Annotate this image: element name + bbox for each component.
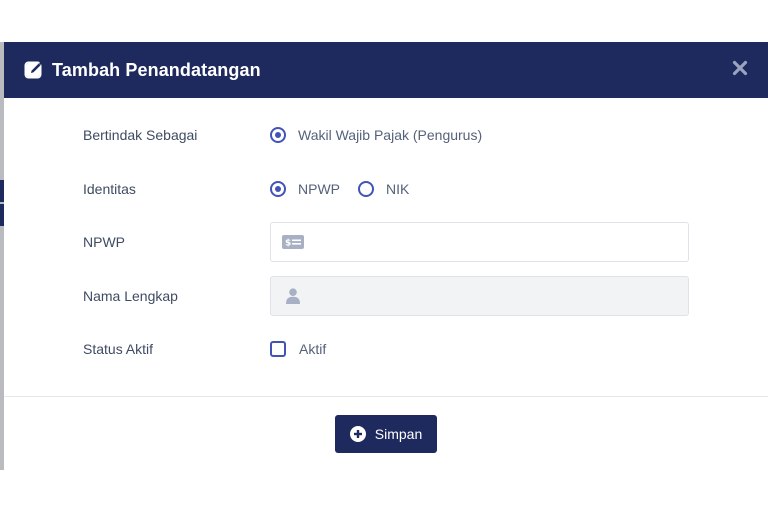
full-name-row: Nama Lengkap bbox=[4, 276, 768, 316]
id-card-icon: $ bbox=[282, 234, 304, 250]
radio-npwp[interactable] bbox=[270, 181, 286, 197]
identity-label: Identitas bbox=[83, 181, 136, 197]
form-body: Bertindak Sebagai Wakil Wajib Pajak (Pen… bbox=[4, 98, 768, 396]
footer-divider bbox=[4, 396, 768, 397]
save-button-label: Simpan bbox=[374, 426, 423, 442]
acting-as-label: Bertindak Sebagai bbox=[83, 127, 198, 143]
status-row: Status Aktif Aktif bbox=[4, 329, 768, 369]
npwp-input[interactable] bbox=[304, 222, 688, 262]
npwp-row: NPWP $ bbox=[4, 222, 768, 262]
radio-wakil-wajib-pajak[interactable] bbox=[270, 127, 286, 143]
add-signer-modal: Tambah Penandatangan Bertindak Sebagai W… bbox=[4, 42, 768, 470]
active-checkbox[interactable] bbox=[270, 341, 286, 357]
edit-icon bbox=[24, 60, 44, 80]
modal-header: Tambah Penandatangan bbox=[4, 42, 768, 98]
radio-dot bbox=[275, 186, 281, 192]
radio-npwp-label[interactable]: NPWP bbox=[298, 181, 340, 197]
acting-as-row: Bertindak Sebagai Wakil Wajib Pajak (Pen… bbox=[4, 115, 768, 155]
status-label: Status Aktif bbox=[83, 341, 154, 357]
svg-text:$: $ bbox=[285, 239, 291, 249]
identity-row: Identitas NPWP NIK bbox=[4, 169, 768, 209]
radio-dot bbox=[275, 132, 281, 138]
radio-wakil-wajib-pajak-label[interactable]: Wakil Wajib Pajak (Pengurus) bbox=[298, 127, 482, 143]
full-name-label: Nama Lengkap bbox=[83, 288, 178, 304]
full-name-field bbox=[270, 276, 689, 316]
close-button[interactable] bbox=[728, 58, 752, 82]
radio-nik[interactable] bbox=[358, 181, 374, 197]
npwp-label: NPWP bbox=[83, 234, 125, 250]
close-icon bbox=[732, 60, 748, 81]
active-checkbox-label[interactable]: Aktif bbox=[299, 341, 326, 357]
full-name-input bbox=[304, 276, 688, 316]
radio-nik-label[interactable]: NIK bbox=[386, 181, 409, 197]
modal-title: Tambah Penandatangan bbox=[52, 59, 261, 80]
save-button[interactable]: Simpan bbox=[335, 415, 437, 453]
plus-circle-icon bbox=[349, 426, 366, 442]
npwp-field[interactable]: $ bbox=[270, 222, 689, 262]
user-icon bbox=[282, 288, 304, 304]
